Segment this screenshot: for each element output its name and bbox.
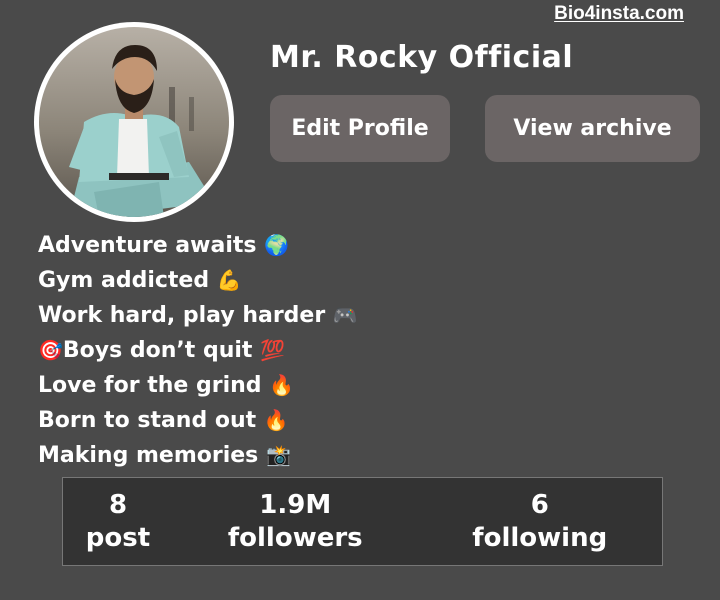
bio-text: Born to stand out [38,408,264,433]
stat-label: followers [227,522,363,553]
flexed-biceps-icon: 💪 [216,268,242,292]
profile-stats: 8 post 1.9M followers 6 following [62,477,663,566]
bio-text: Gym addicted [38,268,217,293]
profile-photo [39,27,229,217]
watermark-link[interactable]: Bio4insta.com [554,3,684,25]
bio: Adventure awaits 🌍 Gym addicted 💪 Work h… [38,228,358,473]
fire-icon: 🔥 [263,408,289,432]
bio-line: Born to stand out 🔥 [38,403,358,438]
profile-name: Mr. Rocky Official [270,40,574,75]
bio-text: Love for the grind [38,373,270,398]
game-controller-icon: 🎮 [332,303,358,327]
bio-line: Adventure awaits 🌍 [38,228,358,263]
bio-text: Adventure awaits [38,233,265,258]
bio-line: 🎯Boys don’t quit 💯 [38,333,358,368]
bio-line: Gym addicted 💪 [38,263,358,298]
stat-value: 1.9M [259,489,332,520]
stat-label: following [472,522,608,553]
view-archive-button[interactable]: View archive [485,95,700,162]
camera-flash-icon: 📸 [265,443,291,467]
fire-icon: 🔥 [269,373,295,397]
stat-value: 8 [108,489,128,520]
stat-value: 6 [530,489,549,520]
bio-text: Boys don’t quit [62,338,261,363]
bio-text: Work hard, play harder [38,303,333,328]
stat-posts[interactable]: 8 post [63,478,173,565]
globe-icon: 🌍 [264,233,290,257]
bio-line: Making memories 📸 [38,438,358,473]
hundred-points-icon: 💯 [260,338,285,362]
bio-text: Making memories [38,443,266,468]
edit-profile-button[interactable]: Edit Profile [270,95,450,162]
bio-line: Love for the grind 🔥 [38,368,358,403]
stat-label: post [85,522,151,553]
target-icon: 🎯 [38,338,63,362]
stat-following[interactable]: 6 following [418,478,663,565]
bio-line: Work hard, play harder 🎮 [38,298,358,333]
stat-followers[interactable]: 1.9M followers [173,478,418,565]
avatar[interactable] [34,22,234,222]
